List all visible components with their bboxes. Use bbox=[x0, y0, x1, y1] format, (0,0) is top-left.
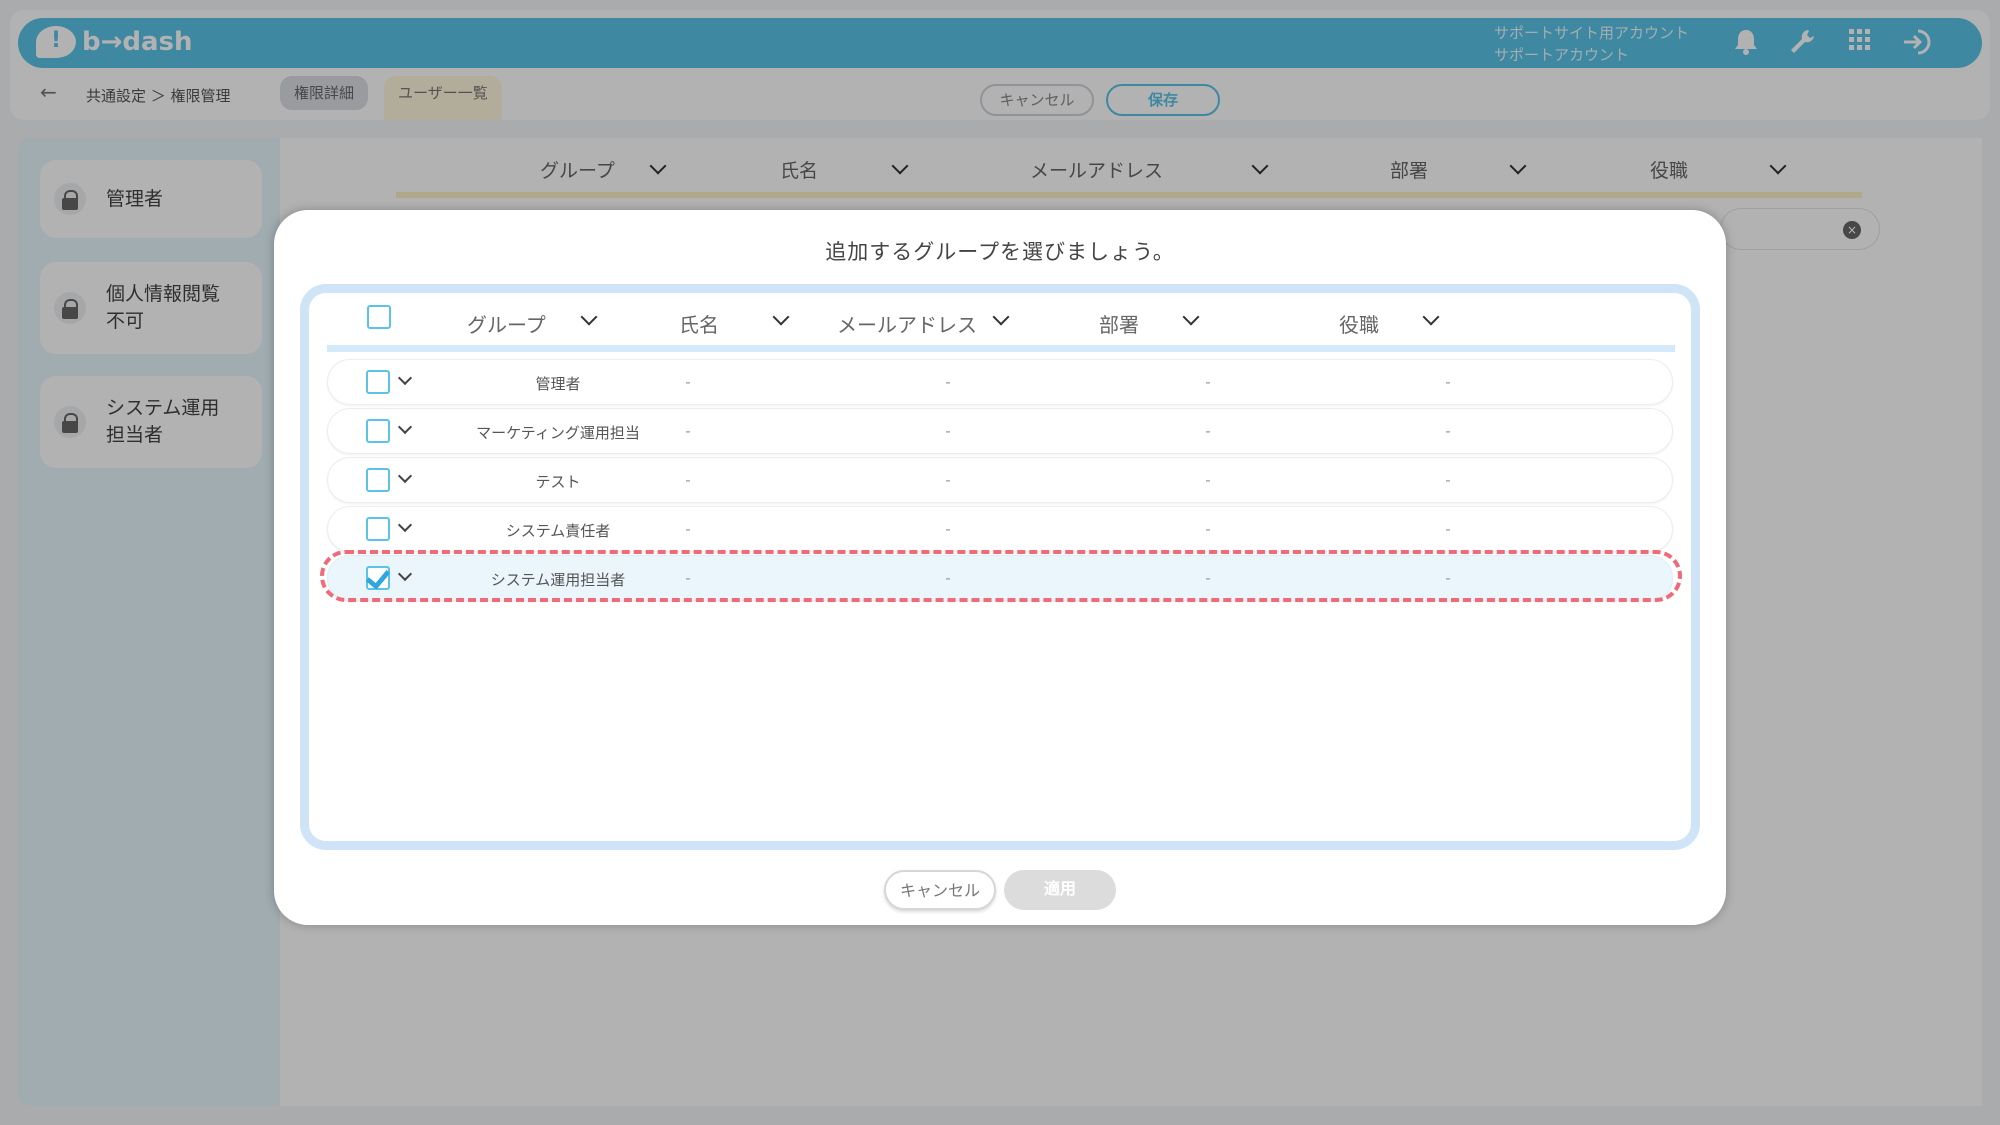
select-all-checkbox[interactable] bbox=[367, 305, 391, 329]
cell-email: - bbox=[945, 471, 951, 489]
modal-cancel-button[interactable]: キャンセル bbox=[884, 870, 996, 910]
cell-title: - bbox=[1445, 422, 1451, 440]
cell-title: - bbox=[1445, 373, 1451, 391]
cell-email: - bbox=[945, 520, 951, 538]
cell-dept: - bbox=[1205, 471, 1211, 489]
chevron-down-icon[interactable] bbox=[397, 370, 413, 386]
cell-group: マーケティング運用担当 bbox=[476, 424, 640, 442]
column-header-dept[interactable]: 部署 bbox=[1099, 309, 1139, 338]
chevron-down-icon[interactable] bbox=[772, 308, 790, 326]
selection-highlight-annotation bbox=[320, 550, 1682, 602]
cell-name: - bbox=[685, 422, 691, 440]
row-checkbox[interactable] bbox=[366, 468, 390, 492]
chevron-down-icon[interactable] bbox=[580, 308, 598, 326]
column-header-group[interactable]: グループ bbox=[467, 309, 546, 338]
row-checkbox[interactable] bbox=[366, 370, 390, 394]
cell-title: - bbox=[1445, 471, 1451, 489]
table-header: グループ 氏名 メールアドレス 部署 役職 bbox=[327, 301, 1673, 341]
chevron-down-icon[interactable] bbox=[1422, 308, 1440, 326]
chevron-down-icon[interactable] bbox=[397, 468, 413, 484]
cell-dept: - bbox=[1205, 373, 1211, 391]
cell-name: - bbox=[685, 373, 691, 391]
table-row[interactable]: テスト - - - - bbox=[327, 457, 1673, 503]
cell-group: システム責任者 bbox=[505, 522, 611, 540]
modal-apply-button[interactable]: 適用 bbox=[1004, 870, 1116, 910]
cell-title: - bbox=[1445, 520, 1451, 538]
column-header-title[interactable]: 役職 bbox=[1339, 309, 1379, 338]
chevron-down-icon[interactable] bbox=[992, 308, 1010, 326]
cell-dept: - bbox=[1205, 422, 1211, 440]
column-header-name[interactable]: 氏名 bbox=[679, 309, 719, 338]
table-row[interactable]: 管理者 - - - - bbox=[327, 359, 1673, 405]
modal-title: 追加するグループを選びましょう。 bbox=[825, 240, 1175, 264]
chevron-down-icon[interactable] bbox=[397, 419, 413, 435]
chevron-down-icon[interactable] bbox=[397, 517, 413, 533]
column-header-email[interactable]: メールアドレス bbox=[837, 309, 977, 338]
cell-name: - bbox=[685, 471, 691, 489]
cell-name: - bbox=[685, 520, 691, 538]
cell-email: - bbox=[945, 422, 951, 440]
cell-dept: - bbox=[1205, 520, 1211, 538]
cell-group: テスト bbox=[535, 473, 581, 491]
cell-email: - bbox=[945, 373, 951, 391]
row-checkbox[interactable] bbox=[366, 419, 390, 443]
table-row[interactable]: マーケティング運用担当 - - - - bbox=[327, 408, 1673, 454]
header-divider bbox=[327, 345, 1675, 352]
cell-group: 管理者 bbox=[535, 375, 581, 393]
table-row[interactable]: システム責任者 - - - - bbox=[327, 506, 1673, 552]
row-checkbox[interactable] bbox=[366, 517, 390, 541]
chevron-down-icon[interactable] bbox=[1182, 308, 1200, 326]
